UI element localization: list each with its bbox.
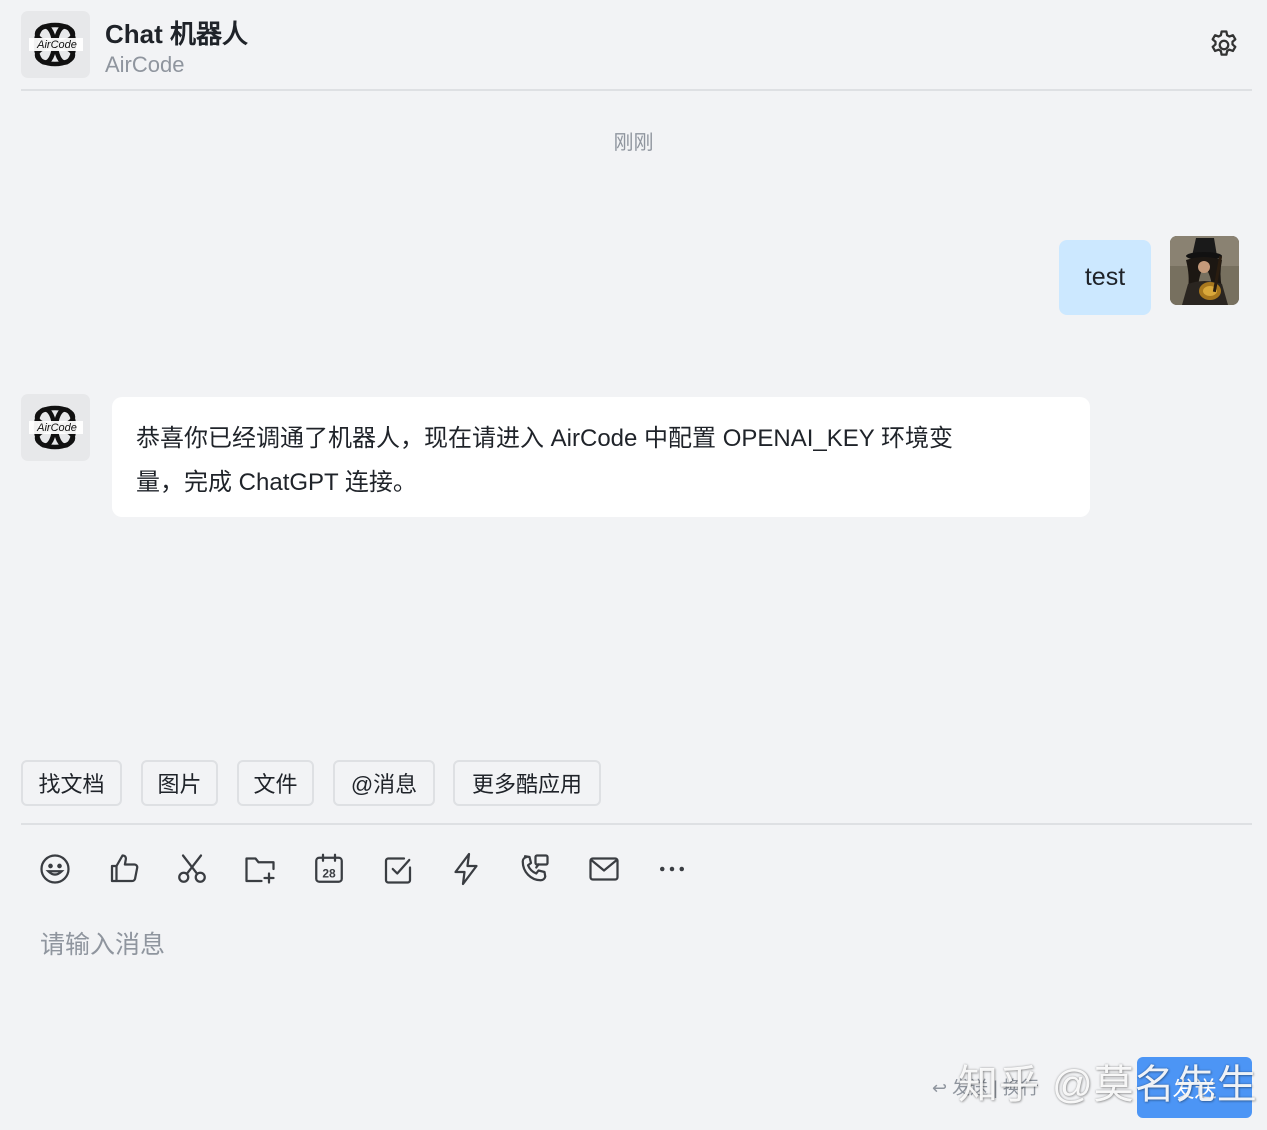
settings-button[interactable] [1206, 27, 1242, 63]
chip-mention[interactable]: @消息 [333, 760, 435, 806]
folder-add-icon [245, 857, 275, 884]
page-subtitle: AirCode [105, 52, 185, 77]
chip-find-doc[interactable]: 找文档 [21, 760, 122, 806]
cloud-folder-button[interactable] [236, 845, 284, 893]
scissors-icon [178, 854, 206, 883]
call-button[interactable] [510, 845, 558, 893]
checkbox-icon [384, 857, 412, 884]
incoming-message: 恭喜你已经调通了机器人，现在请进入 AirCode 中配置 OPENAI_KEY… [112, 397, 1090, 517]
like-button[interactable] [100, 845, 148, 893]
calendar-icon: 28 [315, 853, 343, 883]
timestamp: 刚刚 [613, 132, 654, 154]
user-photo-icon [1170, 236, 1239, 305]
composer-toolbar: 28 [0, 845, 1267, 893]
input-divider [21, 823, 1252, 825]
chip-image[interactable]: 图片 [141, 760, 218, 806]
mail-button[interactable] [580, 845, 628, 893]
header-divider [21, 89, 1252, 91]
calendar-button[interactable]: 28 [305, 845, 353, 893]
svg-text:AirCode: AirCode [36, 39, 77, 51]
watermark: 知乎 @莫名先生 [958, 1063, 1258, 1107]
phone-icon [521, 854, 549, 882]
bot-logo: AirCode [21, 11, 90, 78]
thumbs-up-icon [110, 854, 139, 883]
more-button[interactable] [648, 845, 696, 893]
chip-file[interactable]: 文件 [237, 760, 314, 806]
incoming-message-line: 量，完成 ChatGPT 连接。 [136, 469, 417, 496]
lightning-icon [454, 852, 478, 886]
more-icon [660, 866, 684, 872]
emoji-icon [40, 854, 70, 884]
mail-icon [589, 857, 619, 881]
emoji-button[interactable] [31, 845, 79, 893]
aircode-logo-icon: AirCode [29, 22, 83, 67]
svg-text:AirCode: AirCode [36, 422, 77, 434]
screenshot-button[interactable] [168, 845, 216, 893]
svg-text:28: 28 [322, 866, 336, 880]
header: AirCode Chat 机器人 AirCode [0, 0, 1267, 91]
message-input[interactable] [40, 920, 1240, 970]
chat-window: AirCode Chat 机器人 AirCode 刚刚 test AirCode… [0, 0, 1267, 1130]
chip-more-apps[interactable]: 更多酷应用 [453, 760, 601, 806]
task-button[interactable] [374, 845, 422, 893]
quick-reply-button[interactable] [442, 845, 490, 893]
page-title: Chat 机器人 [105, 19, 249, 49]
incoming-message-line: 恭喜你已经调通了机器人，现在请进入 AirCode 中配置 OPENAI_KEY… [136, 425, 954, 452]
gear-icon [1211, 30, 1237, 56]
bot-avatar[interactable]: AirCode [21, 394, 90, 461]
outgoing-message: test [1059, 240, 1151, 315]
user-avatar[interactable] [1170, 236, 1239, 305]
aircode-logo-icon: AirCode [29, 405, 83, 450]
